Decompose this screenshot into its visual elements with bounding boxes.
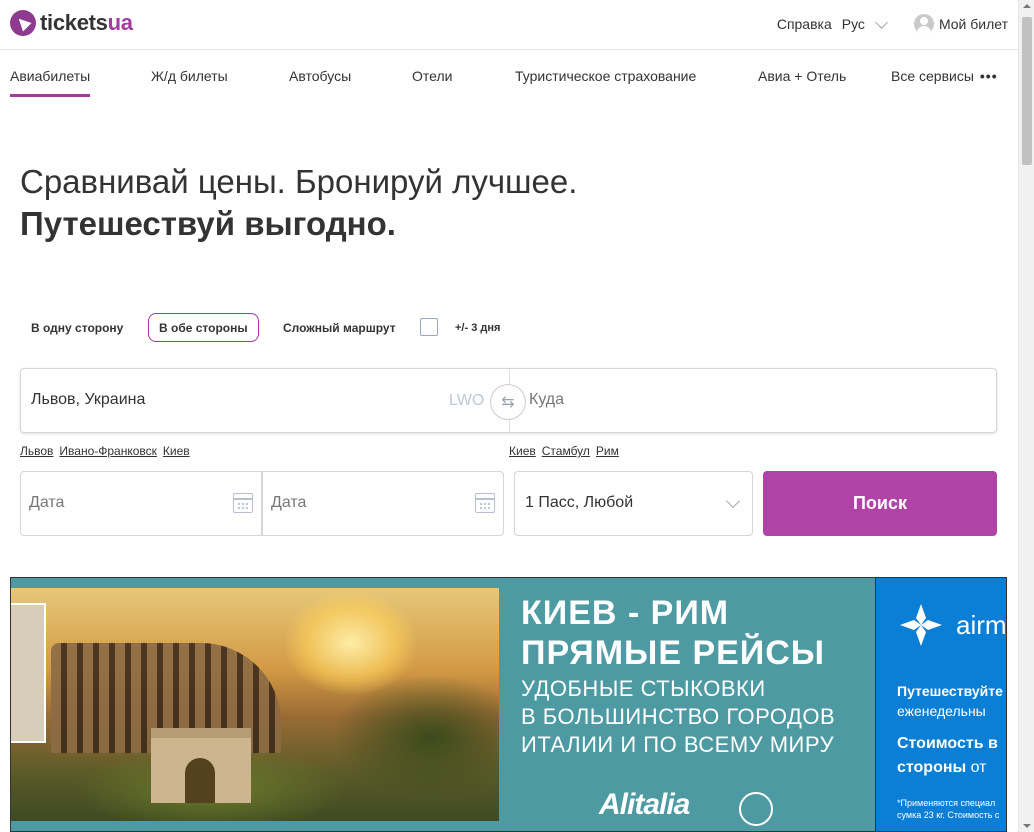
help-link[interactable]: Справка (777, 16, 832, 32)
logo-text: ticketsua (40, 10, 133, 35)
skyteam-logo-icon (739, 792, 773, 826)
user-icon (913, 14, 934, 34)
from-field[interactable]: Львов, Украина (31, 391, 145, 409)
services-nav: Авиабилеты Ж/д билеты Автобусы Отели Тур… (0, 51, 1018, 101)
banner-line-1: УДОБНЫЕ СТЫКОВКИ (521, 676, 766, 701)
passengers-value: 1 Пасс, Любой (525, 494, 634, 511)
depart-date-field[interactable]: Дата (20, 471, 262, 536)
quick-to-kyiv[interactable]: Киев (509, 444, 536, 458)
air-malta-body: Путешествуйте еженедельны Стоимость в ст… (876, 673, 1006, 831)
chevron-down-icon (725, 493, 741, 509)
trip-type-one-way[interactable]: В одну сторону (31, 313, 123, 342)
to-quick-links: Киев Стамбул Рим (509, 444, 625, 458)
prev-slide-edge (11, 603, 46, 743)
banner-title-2: ПРЯМЫЕ РЕЙСЫ (521, 634, 826, 672)
scroll-down-icon[interactable] (1023, 824, 1031, 828)
quick-from-kyiv[interactable]: Киев (163, 444, 190, 458)
maltese-cross-icon (900, 604, 942, 646)
hero-line-2: Путешествуй выгодно. (20, 205, 396, 242)
quick-to-istanbul[interactable]: Стамбул (542, 444, 590, 458)
banner-line-2: В БОЛЬШИНСТВО ГОРОДОВ (521, 704, 836, 729)
flex-dates-label: +/- 3 дня (455, 321, 501, 334)
page-scrollbar[interactable] (1018, 0, 1034, 832)
route-input-group: Львов, Украина LWO ⇆ Куда (20, 368, 997, 433)
trip-type-multi-city[interactable]: Сложный маршрут (283, 313, 396, 342)
rome-photo (11, 588, 499, 821)
return-date-placeholder: Дата (271, 494, 307, 511)
to-field[interactable]: Куда (529, 391, 564, 409)
promo-banner[interactable]: КИЕВ - РИМ ПРЯМЫЕ РЕЙСЫ УДОБНЫЕ СТЫКОВКИ… (10, 577, 1007, 832)
depart-date-placeholder: Дата (29, 494, 65, 511)
return-date-field[interactable]: Дата (262, 471, 504, 536)
nav-item-buses[interactable]: Автобусы (289, 68, 351, 84)
air-malta-note: *Применяются специал сумка 23 кг. Стоимос… (897, 798, 1000, 820)
arch-image (151, 728, 251, 803)
swap-icon[interactable]: ⇆ (490, 384, 526, 420)
banner-line-3: ИТАЛИИ И ПО ВСЕМУ МИРУ (521, 732, 835, 757)
air-malta-line-4: стороны от (897, 759, 987, 776)
my-ticket-label: Мой билет (938, 16, 1008, 32)
passengers-select[interactable]: 1 Пасс, Любой (514, 471, 753, 536)
air-malta-logo-text: airm (956, 610, 1007, 640)
air-malta-line-2: еженедельны (897, 703, 986, 719)
quick-from-lviv[interactable]: Львов (20, 444, 53, 458)
calendar-icon (475, 493, 495, 513)
air-malta-line-1: Путешествуйте (897, 683, 1003, 699)
from-quick-links: Львов Ивано-Франковск Киев (20, 444, 196, 458)
nav-item-flights[interactable]: Авиабилеты (10, 68, 91, 97)
trip-type-round-trip[interactable]: В обе стороны (148, 313, 259, 342)
hero-line-1: Сравнивай цены. Бронируй лучшее. (20, 163, 578, 200)
language-label: Рус (841, 16, 865, 32)
logo-plane-icon (10, 10, 36, 36)
flex-dates-checkbox[interactable] (420, 318, 438, 336)
air-malta-banner[interactable]: airm Путешествуйте еженедельны Стоимость… (875, 578, 1007, 831)
scroll-up-icon[interactable] (1023, 4, 1031, 8)
my-ticket-link[interactable]: Мой билет (913, 14, 1008, 34)
nav-item-hotels[interactable]: Отели (412, 68, 452, 84)
air-malta-header: airm (876, 578, 1007, 673)
alitalia-logo: Alitalia (599, 788, 690, 821)
air-malta-line-3: Стоимость в (897, 735, 998, 752)
chevron-down-icon (875, 15, 888, 29)
nav-item-flight-hotel[interactable]: Авиа + Отель (758, 68, 846, 84)
quick-to-rome[interactable]: Рим (596, 444, 619, 458)
language-selector[interactable]: Рус (841, 15, 888, 32)
ticketsua-logo[interactable]: ticketsua (10, 10, 133, 36)
site-header: ticketsua Справка Рус Мой билет (0, 0, 1018, 50)
banner-title-1: КИЕВ - РИМ (521, 594, 730, 632)
nav-item-insurance[interactable]: Туристическое страхование (515, 68, 696, 84)
nav-item-all-services[interactable]: Все сервисы ••• (891, 68, 998, 84)
nav-item-trains[interactable]: Ж/д билеты (151, 68, 228, 84)
more-dots-icon: ••• (979, 68, 998, 84)
search-button[interactable]: Поиск (763, 471, 997, 536)
all-services-label: Все сервисы (891, 68, 974, 84)
calendar-icon (233, 493, 253, 513)
quick-from-ivano-frankivsk[interactable]: Ивано-Франковск (59, 444, 156, 458)
header-actions: Справка Рус Мой билет (777, 14, 1008, 34)
from-airport-code: LWO (449, 392, 485, 409)
scroll-thumb[interactable] (1022, 17, 1032, 165)
